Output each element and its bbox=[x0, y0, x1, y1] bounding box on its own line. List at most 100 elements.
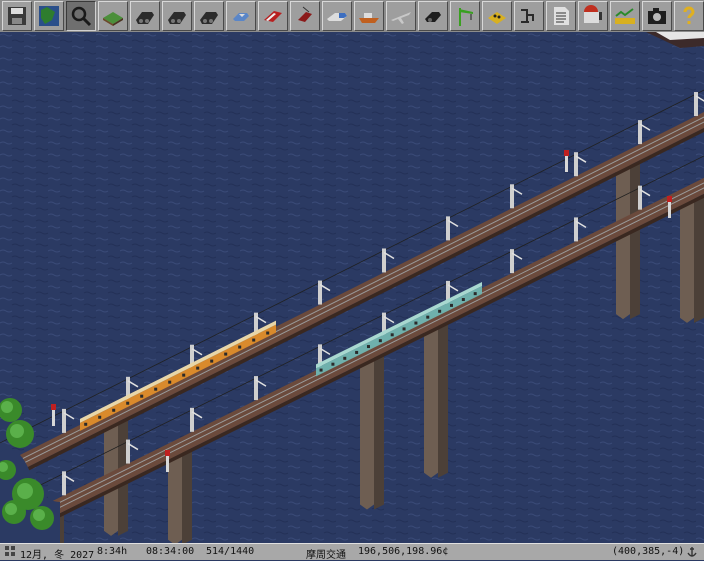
bridge-pillar-4-shade bbox=[374, 354, 384, 510]
teal-passenger-train-window-5 bbox=[366, 345, 370, 349]
tree-highlight-2 bbox=[10, 424, 24, 438]
minimap-icon bbox=[37, 4, 61, 28]
orange-passenger-train-window-12 bbox=[238, 345, 242, 349]
orange-passenger-train-window-5 bbox=[140, 394, 144, 398]
orange-passenger-train-window-13 bbox=[252, 338, 256, 342]
bridge-pillar-6-shade bbox=[182, 449, 192, 543]
orange-passenger-train-window-8 bbox=[182, 373, 186, 377]
list-document-icon bbox=[549, 4, 573, 28]
teal-passenger-train-window-13 bbox=[461, 298, 465, 302]
bridge-pillar-5 bbox=[424, 322, 438, 478]
orange-passenger-train-window-3 bbox=[112, 408, 116, 412]
tree-highlight-6 bbox=[33, 509, 45, 521]
road-car-icon bbox=[229, 4, 253, 28]
toolbar-button-list-document[interactable] bbox=[546, 1, 576, 31]
help-question-icon bbox=[677, 4, 701, 28]
finance-chart-icon bbox=[613, 4, 637, 28]
game-viewport[interactable] bbox=[0, 32, 704, 543]
status-clock: 08:34:00 bbox=[146, 546, 195, 557]
upper-mast-1 bbox=[62, 408, 66, 433]
toolbar-button-steam-loco[interactable] bbox=[194, 1, 224, 31]
orange-passenger-train-window-11 bbox=[224, 352, 228, 356]
rail-signal-lamp-1 bbox=[564, 150, 569, 156]
rail-signal-lamp-4 bbox=[165, 450, 170, 456]
toolbar-button-road-car[interactable] bbox=[226, 1, 256, 31]
toolbar-button-truck[interactable] bbox=[322, 1, 352, 31]
toolbar-button-depot-loco[interactable] bbox=[418, 1, 448, 31]
grid-icon bbox=[4, 545, 16, 560]
mailbox-icon bbox=[581, 4, 605, 28]
orange-passenger-train-window-7 bbox=[168, 380, 172, 384]
zoom-magnifier-icon bbox=[69, 4, 93, 28]
teal-passenger-train-window-3 bbox=[343, 356, 347, 360]
orange-passenger-train-window-9 bbox=[196, 366, 200, 370]
toolbar-button-help-question[interactable] bbox=[674, 1, 704, 31]
toolbar-button-save-disk[interactable] bbox=[2, 1, 32, 31]
toolbar-button-steam-loco[interactable] bbox=[162, 1, 192, 31]
toolbar-button-mailbox[interactable] bbox=[578, 1, 608, 31]
orange-passenger-train-window-10 bbox=[210, 359, 214, 363]
toolbar-button-transport-network[interactable] bbox=[514, 1, 544, 31]
bridge-pillar-3-shade bbox=[694, 197, 704, 323]
tram-icon bbox=[261, 4, 285, 28]
teal-passenger-train-window-12 bbox=[449, 303, 453, 307]
steam-loco-icon bbox=[133, 4, 157, 28]
upper-mast-7 bbox=[446, 216, 450, 241]
teal-passenger-train-window-10 bbox=[426, 315, 430, 319]
orange-passenger-train-window-1 bbox=[84, 422, 88, 426]
lower-mast-10 bbox=[574, 217, 578, 242]
bridge-pillar-4 bbox=[360, 354, 374, 510]
main-toolbar bbox=[0, 0, 704, 32]
crane-icon bbox=[453, 4, 477, 28]
lower-mast-9 bbox=[510, 249, 514, 274]
toolbar-button-steam-loco[interactable] bbox=[130, 1, 160, 31]
tree-highlight-5 bbox=[5, 503, 17, 515]
save-disk-icon bbox=[5, 4, 29, 28]
tree-highlight-1 bbox=[1, 401, 13, 413]
steam-loco-icon bbox=[197, 4, 221, 28]
airplane-icon bbox=[389, 4, 413, 28]
toolbar-button-crane[interactable] bbox=[450, 1, 480, 31]
status-time-hour: 8:34h bbox=[97, 546, 128, 557]
tree-highlight-4 bbox=[17, 483, 33, 499]
toolbar-button-ship[interactable] bbox=[354, 1, 384, 31]
orange-passenger-train-window-6 bbox=[154, 387, 158, 391]
teal-passenger-train-window-14 bbox=[473, 292, 477, 296]
lower-mast-2 bbox=[62, 471, 66, 496]
status-ratio: 514/1440 bbox=[206, 546, 255, 557]
teal-passenger-train-window-11 bbox=[438, 309, 442, 313]
toolbar-button-minimap[interactable] bbox=[34, 1, 64, 31]
rail-signal-lamp-3 bbox=[51, 404, 56, 410]
upper-mast-5 bbox=[318, 280, 322, 305]
bridge-pillar-6 bbox=[168, 449, 182, 543]
upper-mast-8 bbox=[510, 184, 514, 209]
truck-icon bbox=[325, 4, 349, 28]
lower-mast-5 bbox=[254, 376, 258, 401]
toolbar-button-finance-chart[interactable] bbox=[610, 1, 640, 31]
status-bar: 12月, 冬 2027 8:34h 08:34:00 514/1440 摩周交通… bbox=[0, 543, 704, 561]
upper-mast-6 bbox=[382, 248, 386, 273]
depot-loco-icon bbox=[421, 4, 445, 28]
toolbar-button-zoom-magnifier[interactable] bbox=[66, 1, 96, 31]
toolbar-button-trolley[interactable] bbox=[290, 1, 320, 31]
toolbar-button-camera[interactable] bbox=[642, 1, 672, 31]
terrain-icon bbox=[101, 4, 125, 28]
industry-gold-icon bbox=[485, 4, 509, 28]
upper-mast-9 bbox=[574, 152, 578, 177]
teal-passenger-train-window-1 bbox=[319, 368, 323, 372]
status-date: 12月, 冬 2027 bbox=[20, 550, 95, 561]
teal-passenger-train-window-6 bbox=[378, 339, 382, 343]
toolbar-button-airplane[interactable] bbox=[386, 1, 416, 31]
toolbar-button-industry-gold[interactable] bbox=[482, 1, 512, 31]
steam-loco-icon bbox=[165, 4, 189, 28]
anchor-icon bbox=[686, 546, 698, 561]
lower-mast-4 bbox=[190, 407, 194, 432]
trolley-icon bbox=[293, 4, 317, 28]
teal-passenger-train-window-8 bbox=[402, 327, 406, 331]
ship-icon bbox=[357, 4, 381, 28]
teal-passenger-train-window-7 bbox=[390, 333, 394, 337]
toolbar-button-tram[interactable] bbox=[258, 1, 288, 31]
toolbar-button-terrain[interactable] bbox=[98, 1, 128, 31]
transport-network-icon bbox=[517, 4, 541, 28]
map-scene[interactable] bbox=[0, 32, 704, 543]
